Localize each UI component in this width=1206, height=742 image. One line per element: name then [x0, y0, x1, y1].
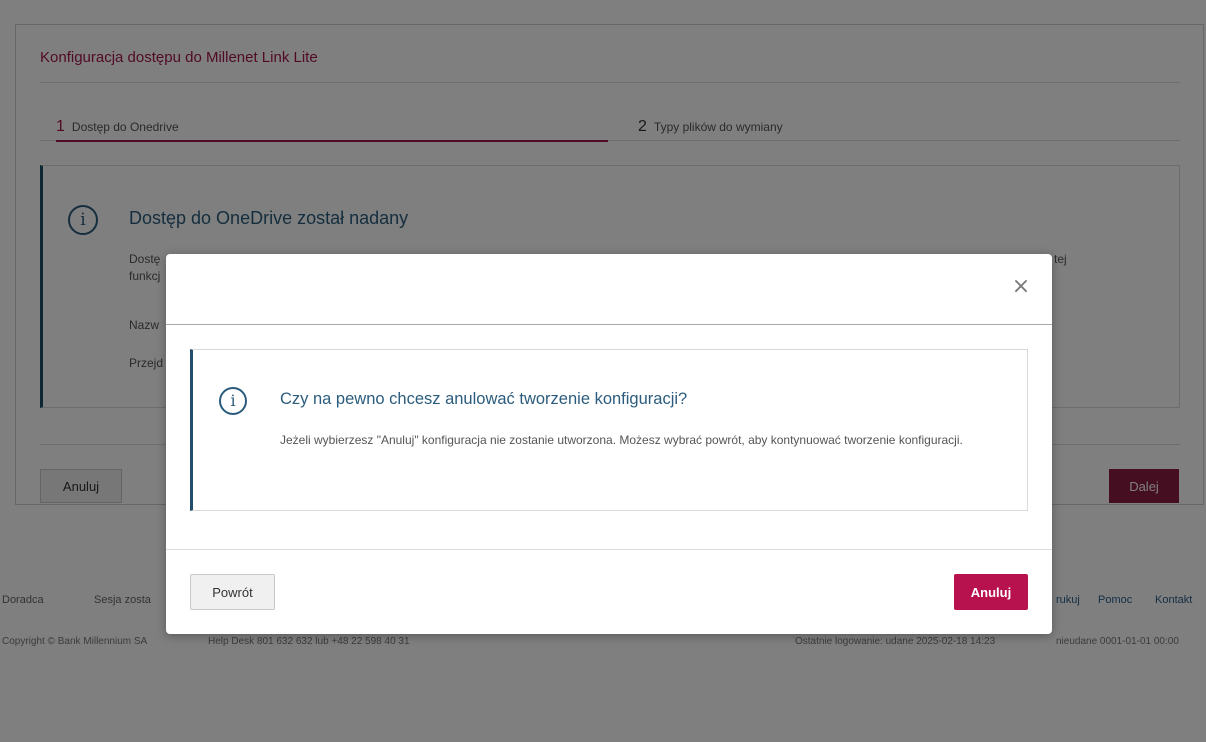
- dialog-footer-divider: [166, 549, 1052, 550]
- info-icon: i: [219, 387, 247, 415]
- confirm-cancel-button[interactable]: Anuluj: [954, 574, 1028, 610]
- close-icon[interactable]: ×: [1010, 276, 1032, 298]
- cancel-confirmation-dialog: × i Czy na pewno chcesz anulować tworzen…: [166, 254, 1052, 634]
- dialog-header-divider: [166, 324, 1052, 325]
- back-button[interactable]: Powrót: [190, 574, 275, 610]
- dialog-message: Jeżeli wybierzesz "Anuluj" konfiguracja …: [280, 433, 963, 447]
- confirmation-info-box: i Czy na pewno chcesz anulować tworzenie…: [190, 349, 1028, 511]
- dialog-title: Czy na pewno chcesz anulować tworzenie k…: [280, 390, 688, 408]
